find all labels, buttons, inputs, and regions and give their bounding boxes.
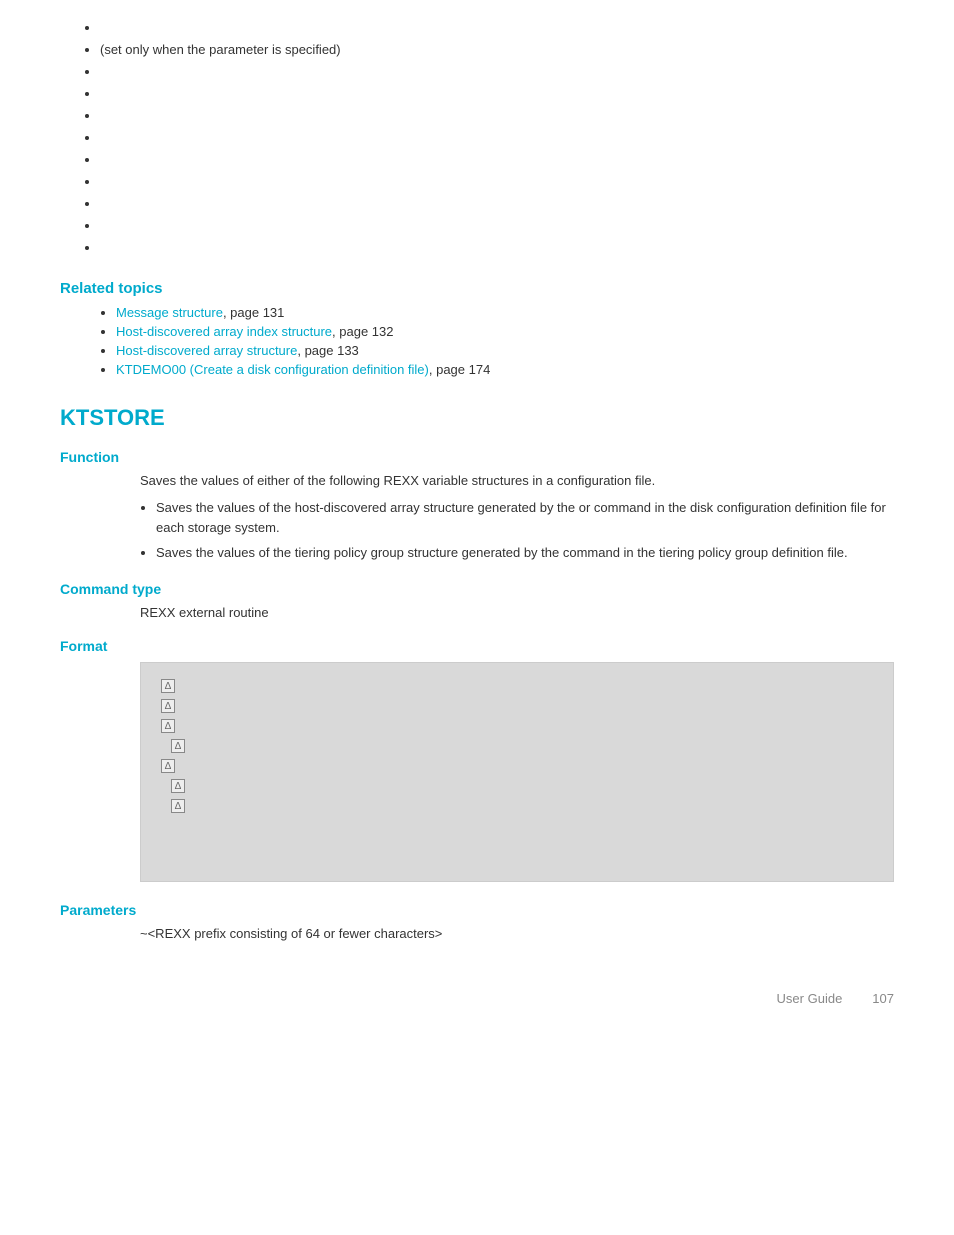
parameters-value: ~<REXX prefix consisting of 64 or fewer … [60, 926, 894, 941]
function-heading: Function [60, 449, 894, 465]
delta-icon-6: Δ [171, 779, 185, 793]
related-topics-list: Message structure, page 131 Host-discove… [60, 305, 894, 377]
parameters-heading: Parameters [60, 902, 894, 918]
page-number: 107 [872, 991, 894, 1006]
related-link-2[interactable]: Host-discovered array index structure [116, 324, 332, 339]
bullet-item-4 [100, 86, 894, 102]
parameters-section: Parameters ~<REXX prefix consisting of 6… [60, 902, 894, 941]
format-section: Format Δ Δ Δ Δ Δ Δ [60, 638, 894, 882]
bullet-item-3 [100, 64, 894, 80]
format-line-5: Δ [161, 759, 873, 773]
related-link-3[interactable]: Host-discovered array structure [116, 343, 297, 358]
footer-label: User Guide [777, 991, 843, 1006]
related-topics-heading: Related topics [60, 280, 894, 297]
page-content: (set only when the parameter is specifie… [60, 20, 894, 1006]
function-bullet-2: Saves the values of the tiering policy g… [156, 543, 894, 563]
bullet-item-2: (set only when the parameter is specifie… [100, 42, 894, 58]
delta-icon-5: Δ [161, 759, 175, 773]
page-footer: User Guide 107 [60, 981, 894, 1006]
format-line-4: Δ [161, 739, 873, 753]
delta-icon-3: Δ [161, 719, 175, 733]
bullet-item-5 [100, 108, 894, 124]
format-line-2: Δ [161, 699, 873, 713]
bullet-item-1 [100, 20, 894, 36]
related-item-2: Host-discovered array index structure, p… [116, 324, 894, 339]
format-line-6: Δ [161, 779, 873, 793]
ktstore-section: KTSTORE Function Saves the values of eit… [60, 405, 894, 941]
function-description: Saves the values of either of the follow… [60, 473, 894, 488]
ktstore-title: KTSTORE [60, 405, 894, 431]
format-heading: Format [60, 638, 894, 654]
bullet-item-8 [100, 174, 894, 190]
related-suffix-3: , page 133 [297, 343, 358, 358]
function-bullet-list: Saves the values of the host-discovered … [60, 498, 894, 563]
delta-icon-4: Δ [171, 739, 185, 753]
delta-icon-7: Δ [171, 799, 185, 813]
delta-icon-1: Δ [161, 679, 175, 693]
related-suffix-4: , page 174 [429, 362, 490, 377]
function-bullet-1: Saves the values of the host-discovered … [156, 498, 894, 537]
bullet-item-7 [100, 152, 894, 168]
related-item-4: KTDEMO00 (Create a disk configuration de… [116, 362, 894, 377]
related-suffix-2: , page 132 [332, 324, 393, 339]
bullet-item-6 [100, 130, 894, 146]
related-link-1[interactable]: Message structure [116, 305, 223, 320]
related-item-3: Host-discovered array structure, page 13… [116, 343, 894, 358]
format-line-1: Δ [161, 679, 873, 693]
format-line-7: Δ [161, 799, 873, 813]
command-type-value: REXX external routine [60, 605, 894, 620]
format-line-3: Δ [161, 719, 873, 733]
bullet-note-2: (set only when the parameter is specifie… [100, 42, 341, 57]
bullet-item-11 [100, 240, 894, 256]
command-type-heading: Command type [60, 581, 894, 597]
format-box: Δ Δ Δ Δ Δ Δ Δ [140, 662, 894, 882]
related-topics-section: Related topics Message structure, page 1… [60, 280, 894, 377]
related-link-4[interactable]: KTDEMO00 (Create a disk configuration de… [116, 362, 429, 377]
related-item-1: Message structure, page 131 [116, 305, 894, 320]
delta-icon-2: Δ [161, 699, 175, 713]
bullet-item-9 [100, 196, 894, 212]
bullet-item-10 [100, 218, 894, 234]
command-type-section: Command type REXX external routine [60, 581, 894, 620]
top-bullet-list: (set only when the parameter is specifie… [60, 20, 894, 256]
function-section: Function Saves the values of either of t… [60, 449, 894, 563]
related-suffix-1: , page 131 [223, 305, 284, 320]
